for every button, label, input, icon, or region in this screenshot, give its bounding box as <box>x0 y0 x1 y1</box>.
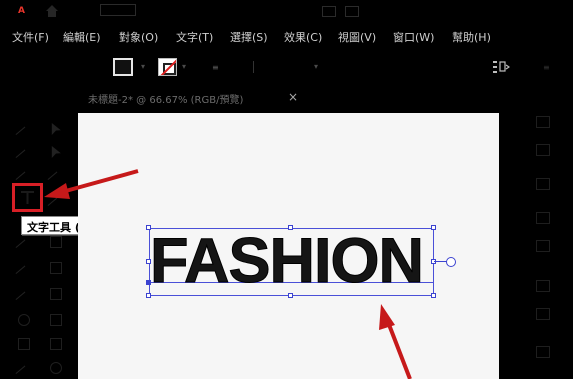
annotation-arrows <box>44 169 412 379</box>
arrow-to-text <box>379 304 412 379</box>
arrow-to-type-tool <box>44 169 139 199</box>
